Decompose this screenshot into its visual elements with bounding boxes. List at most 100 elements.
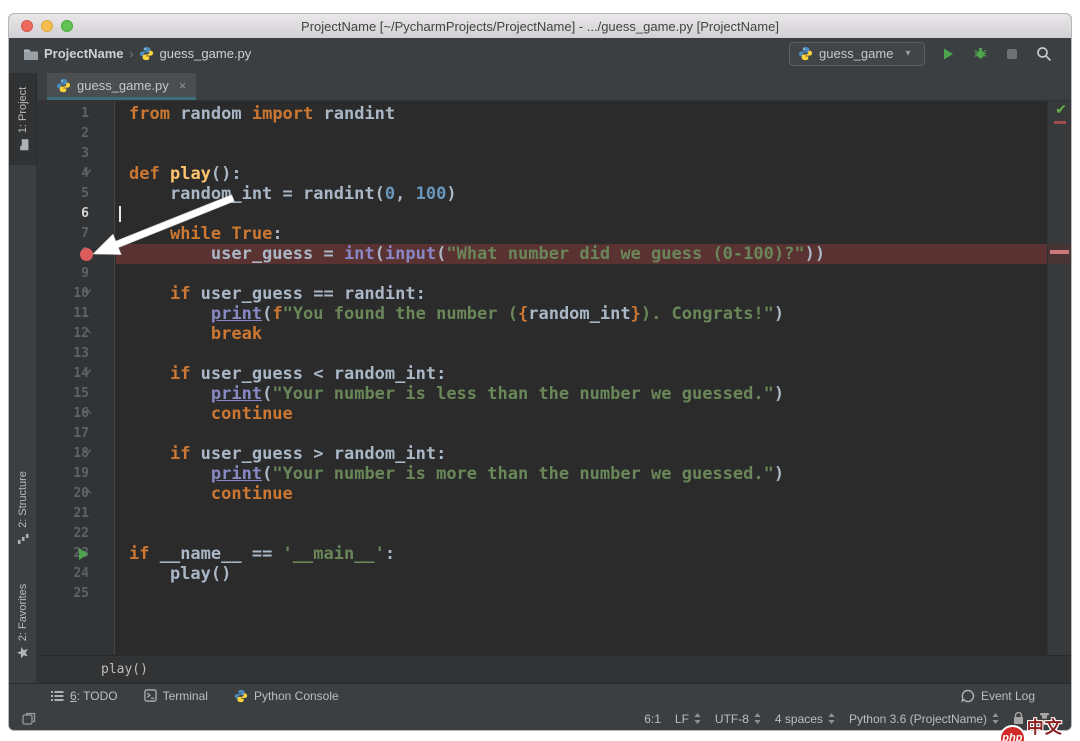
fold-marker-icon[interactable] [83, 367, 92, 381]
status-bar: 6:1 LF UTF-8 4 spaces Python 3.6 (ProjectNam… [9, 707, 1071, 730]
stripe-button-label: 1: Project [17, 87, 29, 133]
fold-marker-icon[interactable] [83, 447, 92, 461]
code-text: continue [129, 484, 1047, 504]
code-editor[interactable]: 1from random import randint234def play()… [37, 101, 1071, 656]
code-line: 5 random_int = randint(0, 100) [37, 184, 1071, 204]
pycharm-window: ProjectName [~/PycharmProjects/ProjectNa… [8, 13, 1072, 731]
line-number[interactable]: 25 [37, 584, 89, 604]
code-line: 2 [37, 124, 1071, 144]
line-number[interactable]: 7 [37, 224, 89, 244]
code-line: 12 break [37, 324, 1071, 344]
stop-button[interactable] [1001, 43, 1023, 65]
tool-window-button-terminal[interactable]: Terminal [144, 689, 208, 703]
breadcrumb-item[interactable]: ProjectName [23, 46, 123, 61]
breadcrumb-item[interactable]: guess_game.py [139, 46, 251, 61]
code-line: 4def play(): [37, 164, 1071, 184]
code-line: 20 continue [37, 484, 1071, 504]
line-number[interactable]: 20 [37, 484, 89, 504]
code-text: if user_guess > random_int: [129, 444, 1047, 464]
line-number[interactable]: 19 [37, 464, 89, 484]
stripe-button--project[interactable]: 1: Project [9, 73, 37, 165]
code-text: continue [129, 404, 1047, 424]
line-number[interactable]: 1 [37, 104, 89, 124]
fold-marker-icon[interactable] [83, 407, 92, 421]
line-number[interactable]: 12 [37, 324, 89, 344]
line-number[interactable]: 15 [37, 384, 89, 404]
status-item-label: Python 3.6 (ProjectName) [849, 712, 987, 726]
folder-icon [23, 47, 39, 61]
line-number[interactable]: 21 [37, 504, 89, 524]
line-number[interactable]: 17 [37, 424, 89, 444]
line-number[interactable]: 4 [37, 164, 89, 184]
breakpoint-icon[interactable] [80, 248, 93, 261]
fold-marker-icon[interactable] [83, 287, 92, 301]
code-text: play() [129, 564, 1047, 584]
tool-window-button-6-todo[interactable]: 6: TODO [51, 689, 118, 703]
line-number[interactable]: 5 [37, 184, 89, 204]
code-text: user_guess = int(input("What number did … [129, 244, 1047, 264]
line-number[interactable]: 18 [37, 444, 89, 464]
code-line: 19 print("Your number is more than the n… [37, 464, 1071, 484]
code-line: 16 continue [37, 404, 1071, 424]
watermark-text: 中文网 [1027, 713, 1080, 741]
tool-window-button-label: Python Console [254, 689, 339, 703]
line-number[interactable]: 10 [37, 284, 89, 304]
line-number[interactable]: 14 [37, 364, 89, 384]
run-gutter-icon[interactable] [79, 548, 88, 560]
status-item-6-1[interactable]: 6:1 [644, 712, 661, 726]
code-text: while True: [129, 224, 1047, 244]
breadcrumb-separator: › [129, 47, 133, 61]
status-item-python-3-6-projectname-[interactable]: Python 3.6 (ProjectName) [849, 712, 999, 726]
fold-marker-icon[interactable] [83, 167, 92, 181]
run-configuration-select[interactable]: guess_game ▾ [789, 42, 925, 66]
stripe-button--structure[interactable]: 2: Structure [9, 444, 37, 572]
code-text: break [129, 324, 1047, 344]
php-logo: php [999, 725, 1026, 741]
status-item-lf[interactable]: LF [675, 712, 701, 726]
debug-button[interactable] [969, 43, 991, 65]
status-item-label: 4 spaces [775, 712, 823, 726]
status-item-utf-8[interactable]: UTF-8 [715, 712, 761, 726]
tool-window-switcher-icon[interactable] [21, 711, 37, 727]
popup-updown-icon [828, 713, 835, 724]
stripe-button--favorites[interactable]: 2: Favorites [9, 572, 37, 670]
close-tab-icon[interactable]: × [179, 78, 187, 93]
line-number[interactable]: 22 [37, 524, 89, 544]
fold-marker-icon[interactable] [83, 487, 92, 501]
terminal-icon [144, 689, 157, 702]
tool-window-button-event-log[interactable]: Event Log [961, 689, 1035, 703]
fold-marker-icon[interactable] [83, 327, 92, 341]
line-number[interactable]: 9 [37, 264, 89, 284]
search-button[interactable] [1033, 43, 1055, 65]
search-icon [1036, 46, 1052, 62]
code-line: 17 [37, 424, 1071, 444]
code-text: print("Your number is more than the numb… [129, 464, 1047, 484]
popup-updown-icon [754, 713, 761, 724]
python-console-icon [234, 689, 248, 703]
popup-updown-icon [992, 713, 999, 724]
code-line: 8 user_guess = int(input("What number di… [37, 244, 1071, 264]
line-number[interactable]: 11 [37, 304, 89, 324]
tool-window-button-python-console[interactable]: Python Console [234, 689, 339, 703]
stripe-button-label: 2: Favorites [17, 583, 29, 640]
status-item-4-spaces[interactable]: 4 spaces [775, 712, 835, 726]
code-text: if user_guess == randint: [129, 284, 1047, 304]
favorites-star-icon [17, 646, 30, 659]
code-line: 18 if user_guess > random_int: [37, 444, 1071, 464]
line-number[interactable]: 6 [37, 204, 89, 224]
line-number[interactable]: 16 [37, 404, 89, 424]
breakpoint-stripe-mark[interactable] [1050, 250, 1069, 254]
line-number[interactable]: 3 [37, 144, 89, 164]
line-number[interactable]: 13 [37, 344, 89, 364]
code-line: 25 [37, 584, 1071, 604]
run-button[interactable] [937, 43, 959, 65]
line-number[interactable]: 24 [37, 564, 89, 584]
line-number[interactable]: 2 [37, 124, 89, 144]
context-scope[interactable]: play() [101, 662, 148, 677]
event-log-icon [961, 689, 975, 703]
code-line: 23if __name__ == '__main__': [37, 544, 1071, 564]
code-line: 13 [37, 344, 1071, 364]
editor-tab-guess_game.py[interactable]: guess_game.py× [47, 73, 196, 100]
error-stripe[interactable]: ✔ [1047, 101, 1071, 656]
status-item-label: LF [675, 712, 689, 726]
